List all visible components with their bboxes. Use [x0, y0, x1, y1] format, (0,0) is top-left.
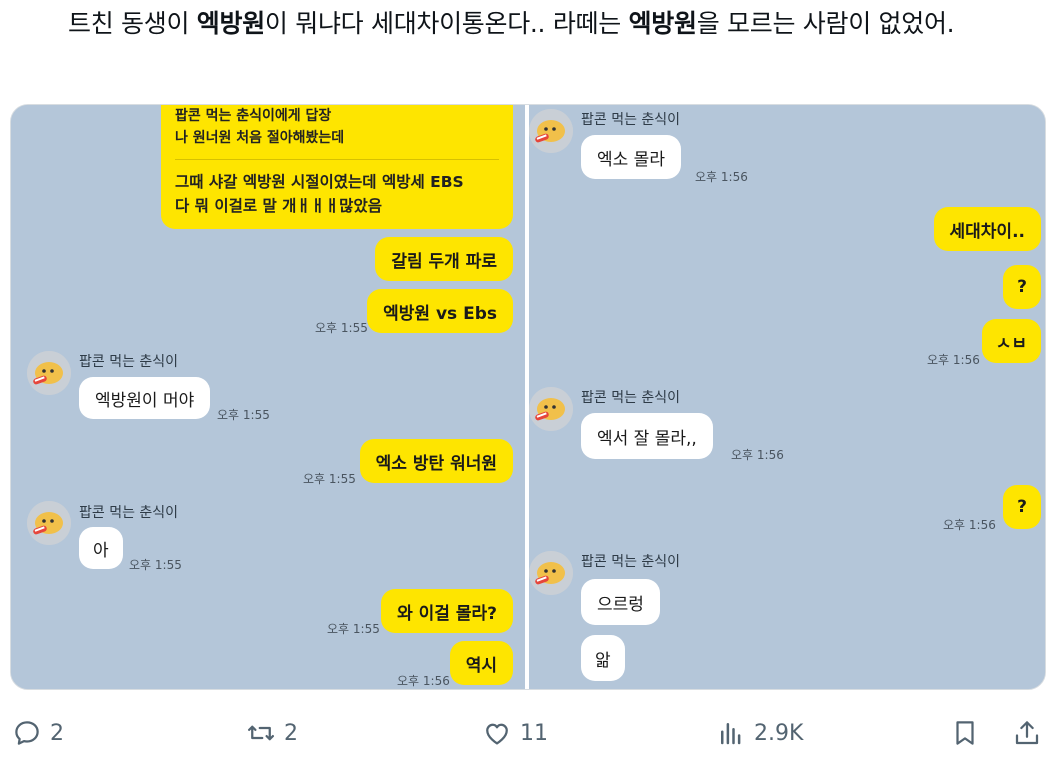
- my-message-bubble: 와 이걸 몰라?: [381, 589, 513, 633]
- views-icon: [721, 723, 741, 745]
- repost-icon: [248, 725, 274, 741]
- reply-icon: [15, 721, 39, 745]
- message-time: 오후 1:55: [129, 558, 182, 572]
- bookmark-button[interactable]: [950, 718, 980, 748]
- reply-quote-header: 팝콘 먹는 춘식이에게 답장: [175, 108, 332, 124]
- share-icon: [1015, 721, 1039, 745]
- my-message-bubble: ㅅㅂ: [981, 319, 1041, 363]
- sender-name: 팝콘 먹는 춘식이: [581, 554, 681, 570]
- like-button[interactable]: 11: [482, 718, 548, 748]
- my-message-bubble: 엑방원 vs Ebs: [367, 289, 513, 333]
- avatar: [529, 551, 573, 595]
- repost-count: 2: [284, 720, 298, 746]
- sender-name: 팝콘 먹는 춘식이: [79, 354, 179, 370]
- reply-quote-text: 나 원너원 처음 절아해봤는데: [175, 130, 345, 146]
- reply-button[interactable]: 2: [12, 718, 64, 748]
- chunsik-avatar-icon: [529, 387, 573, 431]
- post-text-part: 이 뭐냐다 세대차이통온다.. 라떼는: [264, 9, 629, 38]
- reply-message-line: 그때 샤갈 엑방원 시절이였는데 엑방세 EBS: [175, 173, 464, 191]
- chunsik-avatar-icon: [27, 501, 71, 545]
- their-message-bubble: 앎: [581, 635, 625, 681]
- message-time: 오후 1:56: [731, 448, 784, 462]
- reply-message-line: 다 뭐 이걸로 말 개ㅐㅐㅐ많았음: [175, 197, 382, 215]
- chat-screenshot-left: 팝콘 먹는 춘식이에게 답장 나 원너원 처음 절아해봤는데 그때 샤갈 엑방원…: [11, 105, 525, 689]
- post-text-part: 트친 동생이: [68, 9, 197, 38]
- chat-screenshot-right: 팝콘 먹는 춘식이 엑소 몰라 오후 1:56 세대차이.. ? ㅅㅂ 오후 1…: [529, 105, 1045, 689]
- avatar: [27, 351, 71, 395]
- repost-button[interactable]: 2: [246, 718, 298, 748]
- their-message-bubble: 아: [79, 527, 123, 569]
- my-message-bubble: 세대차이..: [933, 207, 1041, 251]
- my-message-bubble: 갈림 두개 파로: [375, 237, 513, 281]
- post-text-part: 을 모르는 사람이 없었어.: [696, 9, 955, 38]
- reply-bubble: 팝콘 먹는 춘식이에게 답장 나 원너원 처음 절아해봤는데 그때 샤갈 엑방원…: [161, 105, 513, 229]
- their-message-bubble: 엑소 몰라: [581, 135, 681, 179]
- post-text: 트친 동생이 엑방원이 뭐냐다 세대차이통온다.. 라떼는 엑방원을 모르는 사…: [12, 4, 1052, 43]
- avatar: [529, 387, 573, 431]
- my-message-bubble: ?: [1003, 265, 1041, 309]
- message-time: 오후 1:56: [943, 518, 996, 532]
- post-text-bold: 엑방원: [196, 9, 265, 38]
- chunsik-avatar-icon: [529, 551, 573, 595]
- their-message-bubble: 으르렁: [581, 579, 660, 625]
- my-message-bubble: 역시: [449, 641, 513, 685]
- sender-name: 팝콘 먹는 춘식이: [581, 112, 681, 128]
- post-action-bar: 2 2 11 2.9K: [0, 708, 1062, 762]
- message-time: 오후 1:55: [303, 472, 356, 486]
- my-message-bubble: 엑소 방탄 워너원: [359, 439, 513, 483]
- chunsik-avatar-icon: [529, 109, 573, 153]
- message-time: 오후 1:55: [327, 622, 380, 636]
- sender-name: 팝콘 먹는 춘식이: [79, 505, 179, 521]
- chunsik-avatar-icon: [27, 351, 71, 395]
- message-time: 오후 1:55: [315, 321, 368, 335]
- like-count: 11: [520, 720, 548, 746]
- like-icon: [486, 723, 508, 745]
- views-button[interactable]: 2.9K: [716, 718, 803, 748]
- bookmark-icon: [956, 721, 974, 745]
- message-time: 오후 1:55: [217, 408, 270, 422]
- message-time: 오후 1:56: [695, 170, 748, 184]
- their-message-bubble: 엑방원이 머야: [79, 377, 211, 419]
- attached-image[interactable]: 팝콘 먹는 춘식이에게 답장 나 원너원 처음 절아해봤는데 그때 샤갈 엑방원…: [10, 104, 1046, 690]
- reply-count: 2: [50, 720, 64, 746]
- reply-divider: [175, 159, 499, 160]
- their-message-bubble: 엑서 잘 몰라,,: [581, 413, 713, 459]
- sender-name: 팝콘 먹는 춘식이: [581, 390, 681, 406]
- my-message-bubble: ?: [1003, 485, 1041, 529]
- message-time: 오후 1:56: [397, 674, 450, 688]
- share-button[interactable]: [1012, 718, 1042, 748]
- avatar: [27, 501, 71, 545]
- post-text-bold: 엑방원: [628, 9, 697, 38]
- message-time: 오후 1:56: [927, 353, 980, 367]
- views-count: 2.9K: [754, 720, 804, 746]
- avatar: [529, 109, 573, 153]
